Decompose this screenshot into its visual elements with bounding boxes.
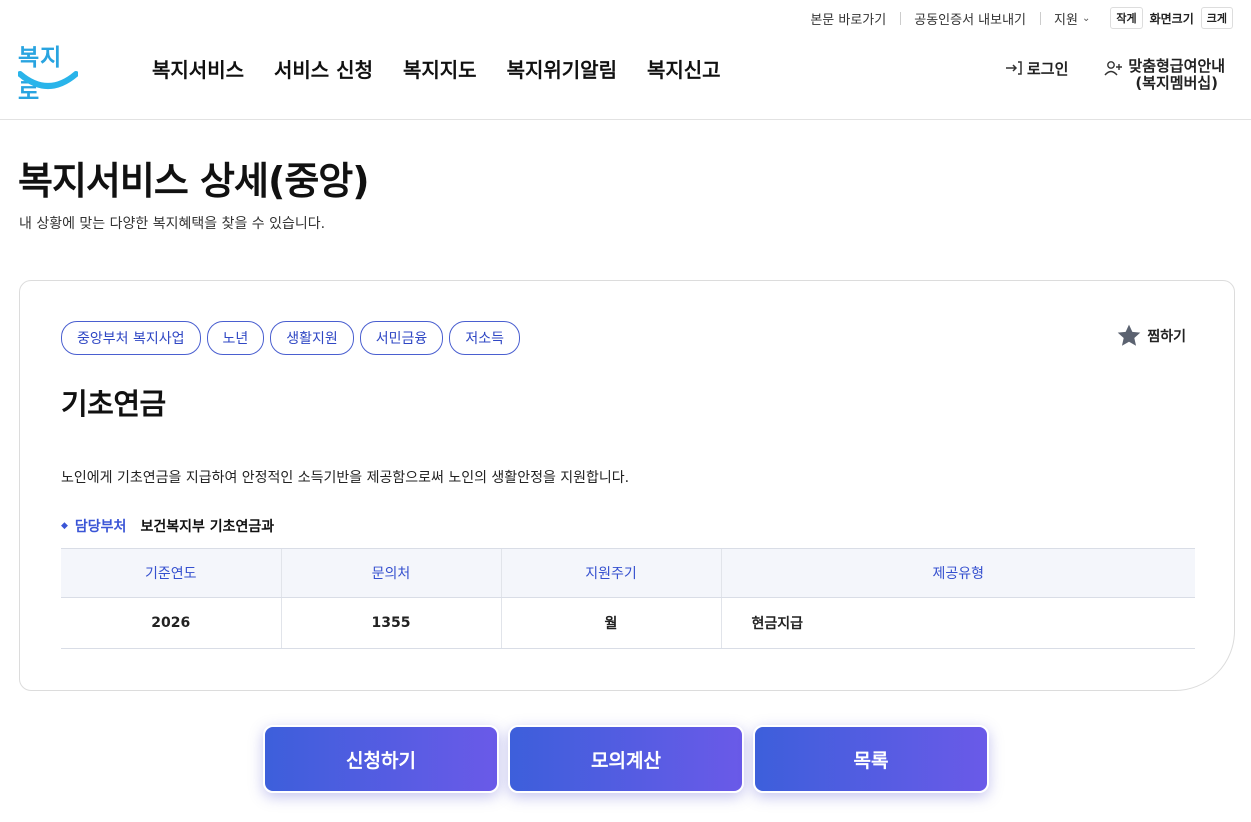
font-size-control: 작게 화면크기 크게: [1110, 7, 1233, 29]
simulate-button[interactable]: 모의계산: [508, 725, 744, 793]
support-label: 지원: [1054, 12, 1078, 28]
membership-label: 맞춤형급여안내 (복지멤버십): [1128, 58, 1225, 92]
header-actions: 로그인 맞춤형급여안내 (복지멤버십): [1005, 58, 1225, 92]
table-header-row: 기준연도 문의처 지원주기 제공유형: [61, 548, 1195, 598]
tag-item[interactable]: 중앙부처 복지사업: [61, 321, 201, 355]
service-name: 기초연금: [61, 387, 166, 421]
department-value: 보건복지부 기초연금과: [140, 519, 275, 535]
font-larger-button[interactable]: 크게: [1200, 7, 1233, 29]
font-smaller-button[interactable]: 작게: [1110, 7, 1143, 29]
skip-to-content-link[interactable]: 본문 바로가기: [796, 9, 900, 28]
main-navigation: 복지서비스 서비스 신청 복지지도 복지위기알림 복지신고: [152, 54, 721, 83]
service-description: 노인에게 기초연금을 지급하여 안정적인 소득기반을 제공함으로써 노인의 생활…: [61, 470, 630, 486]
action-buttons: 신청하기 모의계산 목록: [263, 725, 989, 793]
department-info: ◆ 담당부처 보건복지부 기초연금과: [61, 516, 274, 536]
cert-export-link[interactable]: 공동인증서 내보내기: [900, 9, 1040, 28]
page-subtitle: 내 상황에 맞는 다양한 복지혜택을 찾을 수 있습니다.: [19, 216, 326, 232]
nav-welfare-report[interactable]: 복지신고: [647, 54, 721, 83]
font-size-label: 화면크기: [1149, 11, 1194, 26]
nav-service-apply[interactable]: 서비스 신청: [274, 54, 373, 83]
service-info-table: 기준연도 문의처 지원주기 제공유형 2026 1355 월 현금지급: [61, 548, 1195, 649]
star-icon: [1118, 324, 1141, 346]
table-header-cell: 제공유형: [720, 548, 1195, 598]
service-detail-card: 중앙부처 복지사업 노년 생활지원 서민금융 저소득 찜하기 기초연금 노인에게…: [19, 280, 1235, 691]
page-title: 복지서비스 상세(중앙): [18, 159, 370, 203]
table-cell-type: 현금지급: [720, 597, 1195, 649]
utility-bar: 본문 바로가기 공동인증서 내보내기 지원 ⌄ 작게 화면크기 크게: [796, 6, 1233, 30]
table-header-cell: 문의처: [280, 548, 501, 598]
list-button[interactable]: 목록: [753, 725, 989, 793]
nav-welfare-service[interactable]: 복지서비스: [152, 54, 244, 83]
bullet-diamond-icon: ◆: [61, 521, 68, 531]
chevron-down-icon: ⌄: [1081, 12, 1091, 24]
favorite-label: 찜하기: [1147, 329, 1186, 345]
login-label: 로그인: [1026, 60, 1069, 78]
table-row: 2026 1355 월 현금지급: [61, 597, 1195, 649]
membership-link[interactable]: 맞춤형급여안내 (복지멤버십): [1104, 58, 1225, 92]
tag-item[interactable]: 생활지원: [270, 321, 354, 355]
table-header-cell: 지원주기: [500, 548, 721, 598]
table-cell-contact: 1355: [280, 597, 501, 649]
login-link[interactable]: 로그인: [1005, 58, 1068, 79]
apply-button[interactable]: 신청하기: [263, 725, 499, 793]
support-dropdown[interactable]: 지원 ⌄: [1040, 9, 1104, 28]
service-tags: 중앙부처 복지사업 노년 생활지원 서민금융 저소득: [61, 321, 520, 355]
membership-line2: (복지멤버십): [1135, 74, 1219, 92]
site-logo[interactable]: 복지로: [18, 38, 80, 105]
header-divider: [0, 119, 1251, 120]
tag-item[interactable]: 저소득: [449, 321, 520, 355]
table-header-cell: 기준연도: [61, 548, 281, 598]
nav-crisis-alert[interactable]: 복지위기알림: [507, 54, 617, 83]
favorite-button[interactable]: 찜하기: [1116, 323, 1186, 349]
table-cell-year: 2026: [61, 597, 281, 649]
membership-line1: 맞춤형급여안내: [1128, 57, 1225, 75]
department-label: 담당부처: [74, 519, 127, 535]
user-add-icon: [1104, 61, 1123, 76]
tag-item[interactable]: 서민금융: [359, 321, 444, 355]
tag-item[interactable]: 노년: [206, 321, 265, 355]
nav-welfare-map[interactable]: 복지지도: [403, 54, 477, 83]
login-icon: [1005, 61, 1022, 75]
table-cell-cycle: 월: [500, 597, 721, 649]
logo-smile-icon: [18, 71, 78, 89]
